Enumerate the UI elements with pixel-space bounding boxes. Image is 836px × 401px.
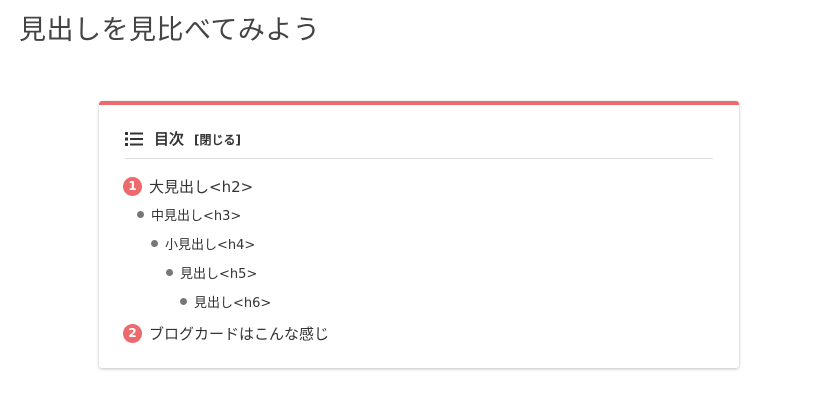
toc-toggle-link[interactable]: [閉じる]	[194, 130, 241, 150]
number-badge: 2	[123, 324, 142, 343]
list-icon	[125, 132, 143, 146]
toc-item-label: 見出し<h6>	[194, 296, 272, 311]
toc-item-label: 中見出し<h3>	[151, 209, 242, 224]
toc-item-label: 大見出し<h2>	[149, 178, 254, 196]
toc-header: 目次 [閉じる]	[125, 129, 713, 159]
bullet-icon	[166, 269, 173, 276]
toc-item-h4[interactable]: 小見出し<h4>	[151, 234, 255, 253]
toc-item-blog-card[interactable]: 2 ブログカードはこんな感じ	[123, 323, 329, 344]
toc-item-label: 小見出し<h4>	[165, 238, 256, 253]
table-of-contents: 目次 [閉じる] 1 大見出し<h2> 中見出し<h3> 小見出し<h4> 見出…	[99, 101, 739, 368]
bullet-icon	[180, 298, 187, 305]
toc-item-h2[interactable]: 1 大見出し<h2>	[123, 176, 253, 197]
toc-item-h3[interactable]: 中見出し<h3>	[137, 205, 241, 224]
toc-item-label: 見出し<h5>	[180, 267, 258, 282]
bullet-icon	[137, 211, 144, 218]
number-badge: 1	[123, 177, 142, 196]
toc-title: 目次	[154, 130, 185, 148]
toc-item-h5[interactable]: 見出し<h5>	[166, 263, 257, 282]
toc-item-h6[interactable]: 見出し<h6>	[180, 292, 271, 311]
page-title: 見出しを見比べてみよう	[19, 15, 321, 46]
toc-item-label: ブログカードはこんな感じ	[149, 325, 330, 343]
bullet-icon	[151, 240, 158, 247]
